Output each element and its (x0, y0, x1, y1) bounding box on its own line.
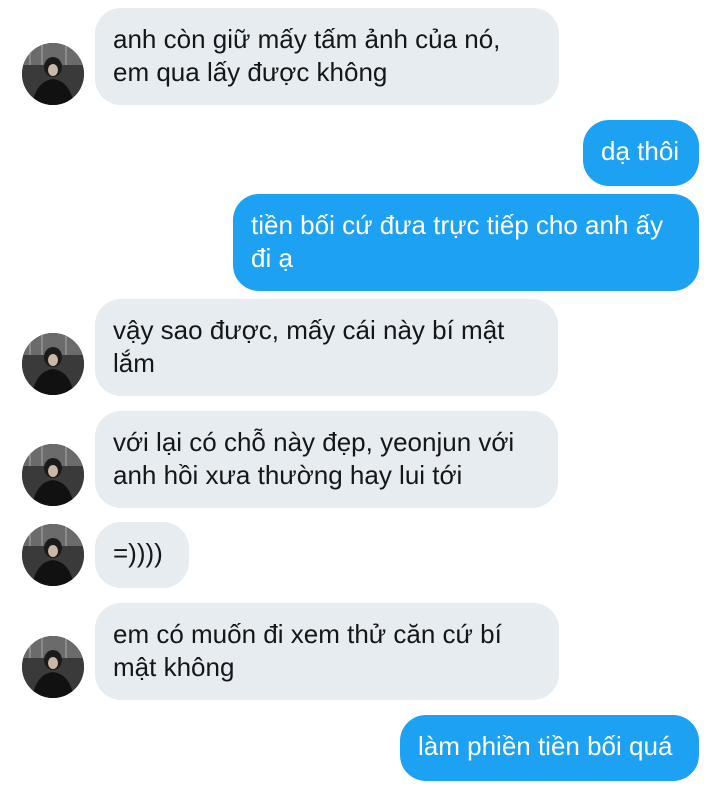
outgoing-message[interactable]: làm phiền tiền bối quá (400, 715, 699, 781)
incoming-message[interactable]: =)))) (95, 522, 189, 588)
avatar[interactable] (22, 333, 84, 395)
outgoing-message[interactable]: tiền bối cứ đưa trực tiếp cho anh ấy đi … (233, 194, 699, 291)
avatar[interactable] (22, 43, 84, 105)
incoming-message[interactable]: em có muốn đi xem thử căn cứ bí mật khôn… (95, 603, 559, 700)
avatar-photo-icon (22, 444, 84, 506)
avatar[interactable] (22, 524, 84, 586)
avatar-photo-icon (22, 636, 84, 698)
incoming-message[interactable]: anh còn giữ mấy tấm ảnh của nó, em qua l… (95, 8, 559, 105)
avatar[interactable] (22, 444, 84, 506)
avatar-photo-icon (22, 524, 84, 586)
outgoing-message[interactable]: dạ thôi (583, 120, 699, 186)
avatar[interactable] (22, 636, 84, 698)
incoming-message[interactable]: với lại có chỗ này đẹp, yeonjun với anh … (95, 411, 558, 508)
incoming-message[interactable]: vậy sao được, mấy cái này bí mật lắm (95, 299, 558, 396)
avatar-photo-icon (22, 43, 84, 105)
avatar-photo-icon (22, 333, 84, 395)
